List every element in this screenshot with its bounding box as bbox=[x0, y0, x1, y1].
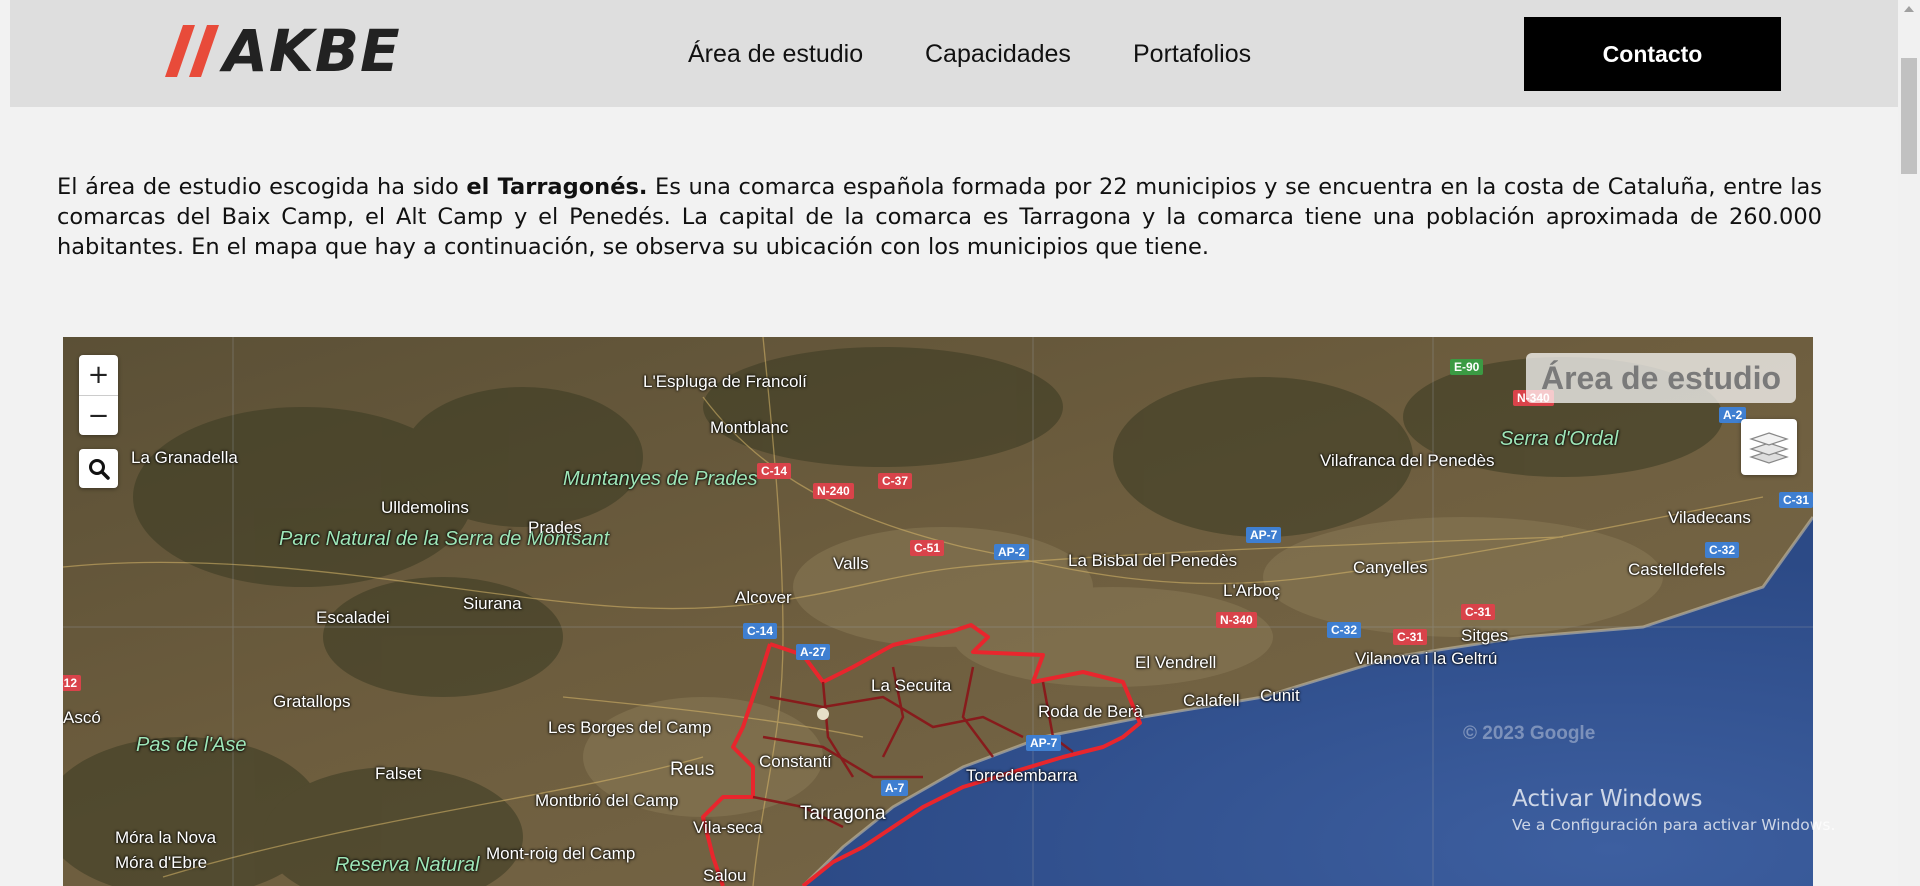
activation-subtitle: Ve a Configuración para activar Windows. bbox=[1512, 816, 1836, 834]
place-label: Montblanc bbox=[710, 418, 789, 437]
page-scrollbar[interactable] bbox=[1898, 0, 1920, 886]
place-label: Viladecans bbox=[1668, 508, 1751, 527]
scrollbar-thumb[interactable] bbox=[1901, 58, 1917, 174]
place-label: La Granadella bbox=[131, 448, 238, 467]
logo-text: AKBE bbox=[223, 17, 401, 85]
layers-button[interactable] bbox=[1741, 419, 1797, 475]
search-icon bbox=[88, 458, 110, 480]
place-label: Cunit bbox=[1260, 686, 1300, 705]
place-label: Prades bbox=[528, 518, 582, 537]
road-shield: C-12 bbox=[63, 675, 82, 691]
place-label: Escaladei bbox=[316, 608, 390, 627]
zoom-in-button[interactable]: + bbox=[79, 355, 118, 395]
road-shield: A-27 bbox=[796, 644, 831, 660]
road-shield: N-340 bbox=[1216, 612, 1257, 628]
intro-paragraph: El área de estudio escogida ha sido el T… bbox=[57, 172, 1822, 262]
place-label: Montbrió del Camp bbox=[535, 791, 679, 810]
place-label: Calafell bbox=[1183, 691, 1240, 710]
place-label: Constantí bbox=[759, 752, 832, 771]
road-shield: C-31 bbox=[1461, 604, 1496, 620]
place-label: Castelldefels bbox=[1628, 560, 1726, 579]
region-label: Muntanyes de Prades bbox=[563, 468, 758, 490]
place-label: Gratallops bbox=[273, 692, 351, 711]
place-label: Vila-seca bbox=[693, 818, 763, 837]
road-shield: C-31 bbox=[1779, 492, 1813, 508]
place-label: L'Espluga de Francolí bbox=[643, 372, 807, 391]
place-label: Móra d'Ebre bbox=[115, 853, 208, 872]
road-shield: C-32 bbox=[1705, 542, 1740, 558]
region-label: Pas de l'Ase bbox=[136, 734, 247, 756]
nav-area-de-estudio[interactable]: Área de estudio bbox=[688, 40, 863, 69]
place-label: Móra la Nova bbox=[115, 828, 217, 847]
map-copyright: © 2023 Google bbox=[1463, 723, 1596, 744]
place-label: El Vendrell bbox=[1135, 653, 1217, 672]
road-shield: E-90 bbox=[1450, 359, 1484, 375]
place-label: Mont-roig del Camp bbox=[486, 844, 636, 863]
place-label: Tarragona bbox=[800, 803, 886, 824]
place-label: Reus bbox=[670, 759, 715, 780]
road-shield: A-7 bbox=[881, 780, 909, 796]
region-label: Serra d'Ordal bbox=[1500, 428, 1619, 450]
place-label: Valls bbox=[833, 554, 869, 573]
place-label: Les Borges del Camp bbox=[548, 718, 712, 737]
road-shield: C-51 bbox=[910, 540, 945, 556]
logo-slashes-icon bbox=[165, 25, 219, 77]
layers-icon bbox=[1749, 432, 1789, 464]
intro-text-1: El área de estudio escogida ha sido bbox=[57, 174, 467, 200]
road-shield: AP-7 bbox=[1246, 527, 1282, 543]
place-label: L'Arboç bbox=[1223, 581, 1281, 600]
place-label: Vilafranca del Penedès bbox=[1320, 451, 1495, 470]
place-label: Alcover bbox=[735, 588, 792, 607]
road-shield: AP-7 bbox=[1026, 735, 1062, 751]
place-label: La Bisbal del Penedès bbox=[1068, 551, 1238, 570]
place-label: Canyelles bbox=[1353, 558, 1428, 577]
road-shield: C-31 bbox=[1393, 629, 1428, 645]
place-label: Ascó bbox=[63, 708, 101, 727]
place-label: Torredembarra bbox=[966, 766, 1078, 785]
zoom-control: + − bbox=[79, 355, 118, 435]
site-header: AKBE Área de estudio Capacidades Portafo… bbox=[10, 0, 1898, 107]
place-label: Sitges bbox=[1461, 626, 1509, 645]
contact-button[interactable]: Contacto bbox=[1524, 17, 1781, 91]
road-shield: AP-2 bbox=[994, 544, 1030, 560]
map-title: Área de estudio bbox=[1526, 353, 1796, 403]
nav-portafolios[interactable]: Portafolios bbox=[1133, 40, 1251, 69]
scroll-up-icon[interactable] bbox=[1898, 0, 1920, 17]
road-shield: C-32 bbox=[1327, 622, 1362, 638]
place-label: Ulldemolins bbox=[381, 498, 469, 517]
road-shield: C-37 bbox=[878, 473, 913, 489]
place-label: Siurana bbox=[463, 594, 522, 613]
place-label: Vilanova i la Geltrú bbox=[1355, 649, 1498, 668]
intro-bold: el Tarragonés. bbox=[466, 174, 648, 200]
place-label: La Secuita bbox=[871, 676, 952, 695]
region-label: Reserva Natural bbox=[335, 854, 480, 876]
activation-title: Activar Windows bbox=[1512, 786, 1703, 812]
road-shield: N-240 bbox=[813, 483, 854, 499]
road-shield: C-14 bbox=[757, 463, 792, 479]
map-search-button[interactable] bbox=[79, 449, 118, 488]
place-label: Falset bbox=[375, 764, 422, 783]
nav-capacidades[interactable]: Capacidades bbox=[925, 40, 1071, 69]
zoom-out-button[interactable]: − bbox=[79, 395, 118, 435]
windows-activation-watermark: Activar Windows Ve a Configuración para … bbox=[1512, 786, 1835, 834]
place-label: Salou bbox=[703, 866, 747, 885]
akbe-logo[interactable]: AKBE bbox=[165, 22, 401, 80]
place-label: Roda de Berà bbox=[1038, 702, 1143, 721]
road-shield: C-14 bbox=[743, 623, 778, 639]
